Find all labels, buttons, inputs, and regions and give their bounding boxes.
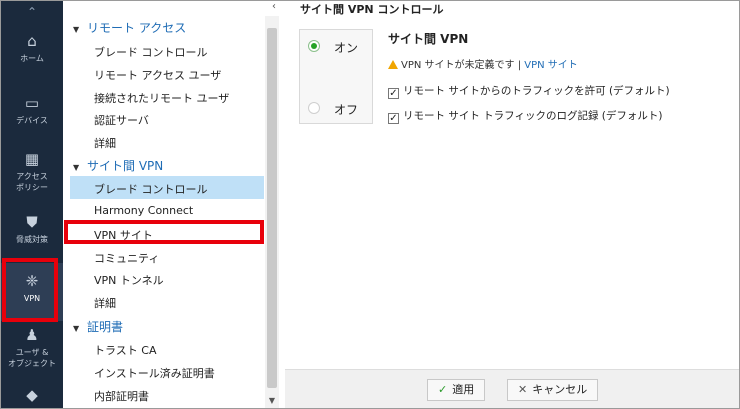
diamond-icon: ◆ — [26, 386, 38, 404]
checkbox-checked-icon[interactable]: ✓ — [388, 113, 399, 124]
on-label: オン — [334, 41, 359, 55]
apply-button[interactable]: ✓ 適用 — [427, 379, 486, 401]
scrollbar-thumb[interactable] — [267, 28, 277, 388]
tree-item[interactable]: ブレード コントロール — [94, 44, 208, 60]
tree-item[interactable]: トラスト CA — [94, 342, 156, 358]
caret-down-icon: ▼ — [73, 324, 80, 333]
device-icon: ▭ — [24, 94, 40, 112]
tree-group-certificates[interactable]: ▼ 証明書 — [73, 318, 123, 335]
nav-users-objects[interactable]: ♟ ユーザ & オブジェクト — [1, 327, 63, 389]
tree-scrollbar[interactable]: ▼ — [265, 16, 279, 408]
vpn-sites-highlight-box — [64, 220, 264, 244]
caret-down-icon: ▼ — [73, 25, 80, 34]
cancel-button[interactable]: ✕ キャンセル — [507, 379, 599, 401]
tree-item[interactable]: インストール済み証明書 — [94, 365, 215, 381]
off-label: オフ — [334, 103, 359, 117]
vpn-highlight-box — [2, 258, 58, 322]
shield-icon: ⛊ — [26, 213, 38, 231]
tree-item-selected[interactable]: ブレード コントロール — [94, 181, 208, 197]
check-icon: ✓ — [438, 383, 448, 396]
tree-group-site-to-site[interactable]: ▼ サイト間 VPN — [73, 157, 163, 174]
nav-rail: ⌃ ⌂ ホーム ▭ デバイス ▦ アクセス ポリシー ⛊ 脅威対策 ❈ VPN … — [1, 1, 63, 408]
log-remote-traffic-checkbox[interactable]: ✓ リモート サイト トラフィックのログ記録 (デフォルト) — [388, 108, 663, 124]
access-policy-icon: ▦ — [24, 150, 40, 168]
users-icon: ♟ — [25, 326, 39, 344]
chevron-up-icon[interactable]: ⌃ — [1, 1, 63, 23]
tree-item[interactable]: リモート アクセス ユーザ — [94, 67, 221, 83]
nav-devices[interactable]: ▭ デバイス — [1, 95, 63, 157]
on-off-toggle: オン オフ — [299, 29, 373, 124]
warning-icon — [388, 60, 398, 69]
main-content: サイト間 VPN コントロール オン オフ サイト間 VPN VPN サイトが未… — [285, 1, 739, 408]
vpn-tree-panel: ▼ リモート アクセス ブレード コントロール リモート アクセス ユーザ 接続さ… — [63, 1, 265, 408]
radio-on[interactable] — [308, 40, 320, 52]
section-title: サイト間 VPN — [388, 32, 469, 46]
nav-more[interactable]: ◆ — [1, 387, 63, 407]
scroll-down-icon[interactable]: ▼ — [265, 396, 279, 408]
home-icon: ⌂ — [27, 32, 37, 50]
tree-group-remote-access[interactable]: ▼ リモート アクセス — [73, 19, 186, 36]
allow-remote-traffic-checkbox[interactable]: ✓ リモート サイトからのトラフィックを許可 (デフォルト) — [388, 83, 670, 99]
tree-item[interactable]: 認証サーバ — [94, 112, 149, 128]
tree-item[interactable]: 接続されたリモート ユーザ — [94, 90, 229, 106]
tree-item[interactable]: 詳細 — [94, 135, 116, 151]
close-icon: ✕ — [518, 383, 528, 396]
tree-item[interactable]: 内部証明書 — [94, 388, 149, 404]
tree-item[interactable]: Harmony Connect — [94, 204, 193, 217]
page-title: サイト間 VPN コントロール — [300, 3, 444, 16]
nav-access-policy[interactable]: ▦ アクセス ポリシー — [1, 151, 63, 213]
tree-item[interactable]: 詳細 — [94, 295, 116, 311]
collapse-panel-icon[interactable]: ‹ — [264, 1, 284, 15]
tree-item[interactable]: コミュニティ — [94, 250, 159, 266]
action-footer: ✓ 適用 ✕ キャンセル — [285, 369, 739, 408]
vpn-sites-link[interactable]: VPN サイト — [524, 60, 578, 71]
caret-down-icon: ▼ — [73, 163, 80, 172]
nav-home[interactable]: ⌂ ホーム — [1, 33, 63, 95]
warning-message: VPN サイトが未定義です | VPN サイト — [388, 56, 578, 71]
checkbox-checked-icon[interactable]: ✓ — [388, 88, 399, 99]
tree-item[interactable]: VPN トンネル — [94, 272, 164, 288]
radio-off[interactable] — [308, 102, 320, 114]
